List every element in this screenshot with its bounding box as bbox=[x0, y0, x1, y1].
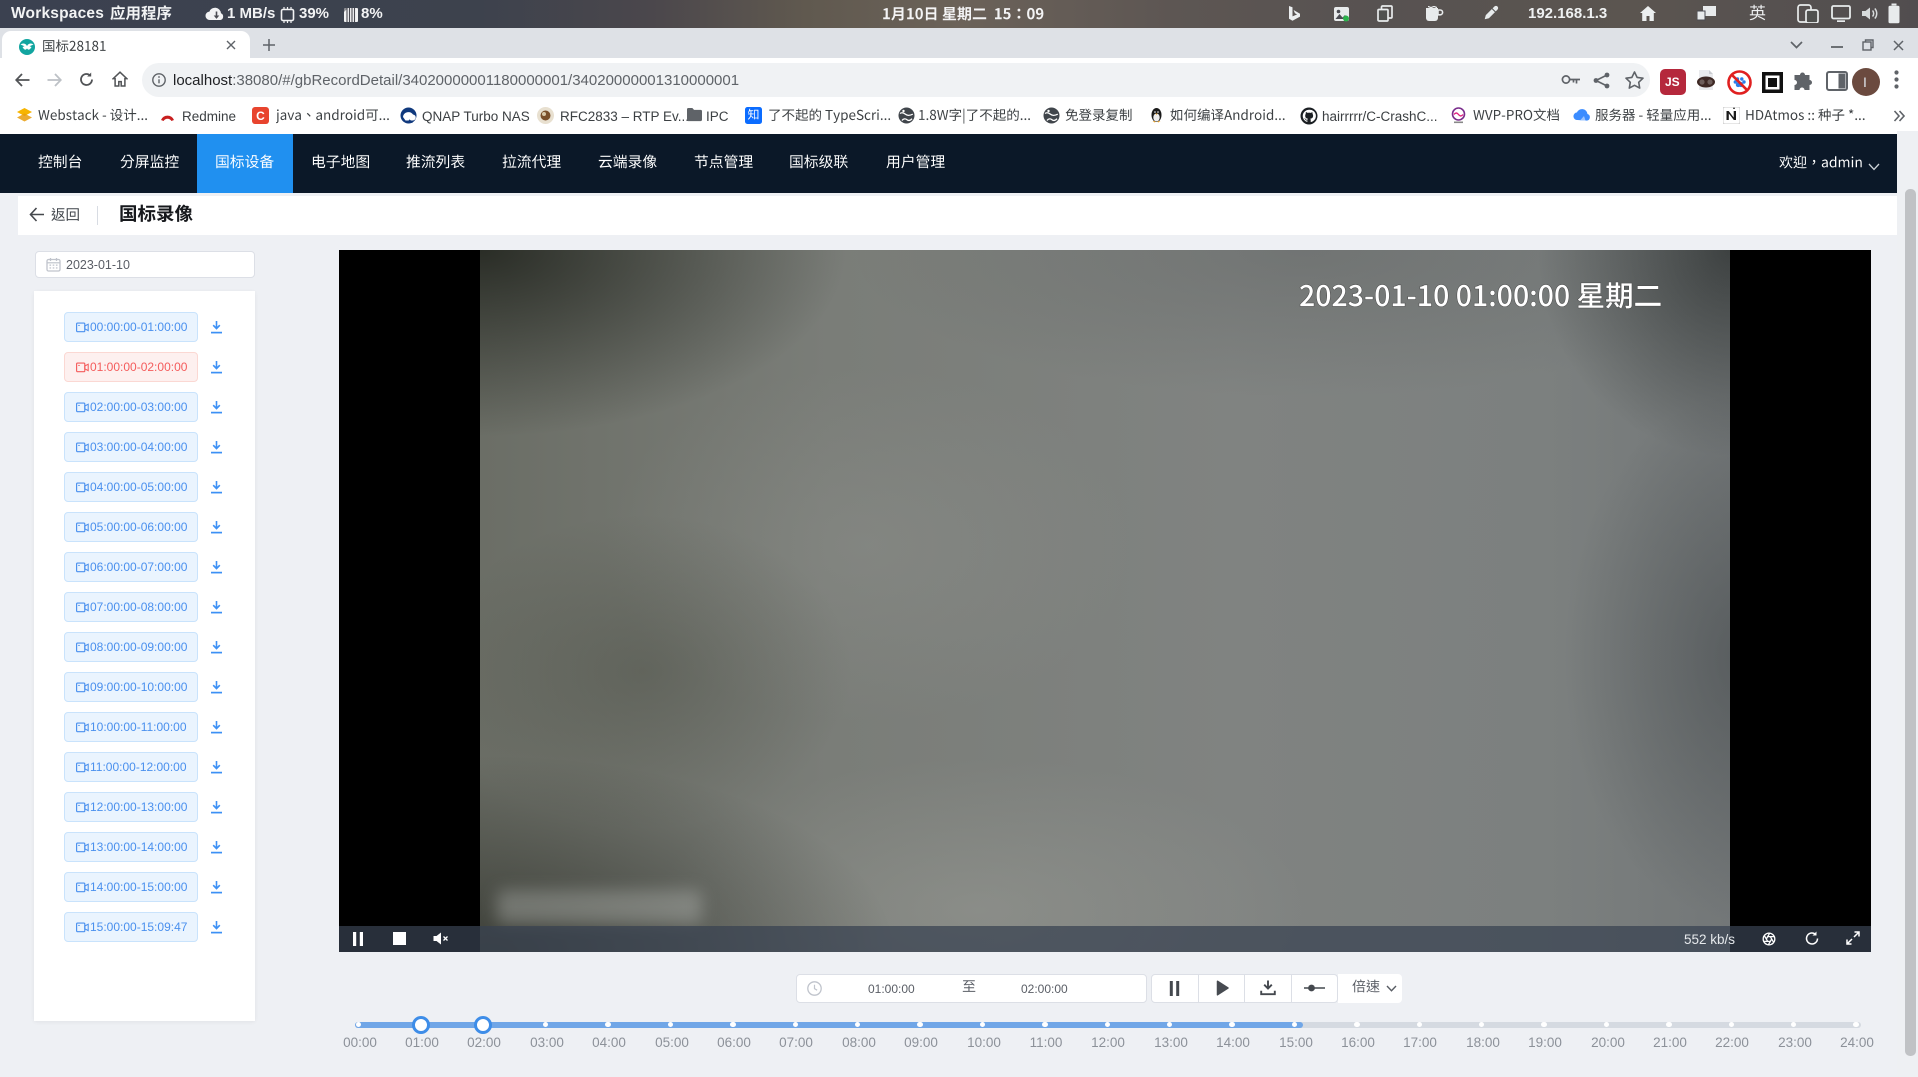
svg-text:C: C bbox=[256, 109, 265, 123]
